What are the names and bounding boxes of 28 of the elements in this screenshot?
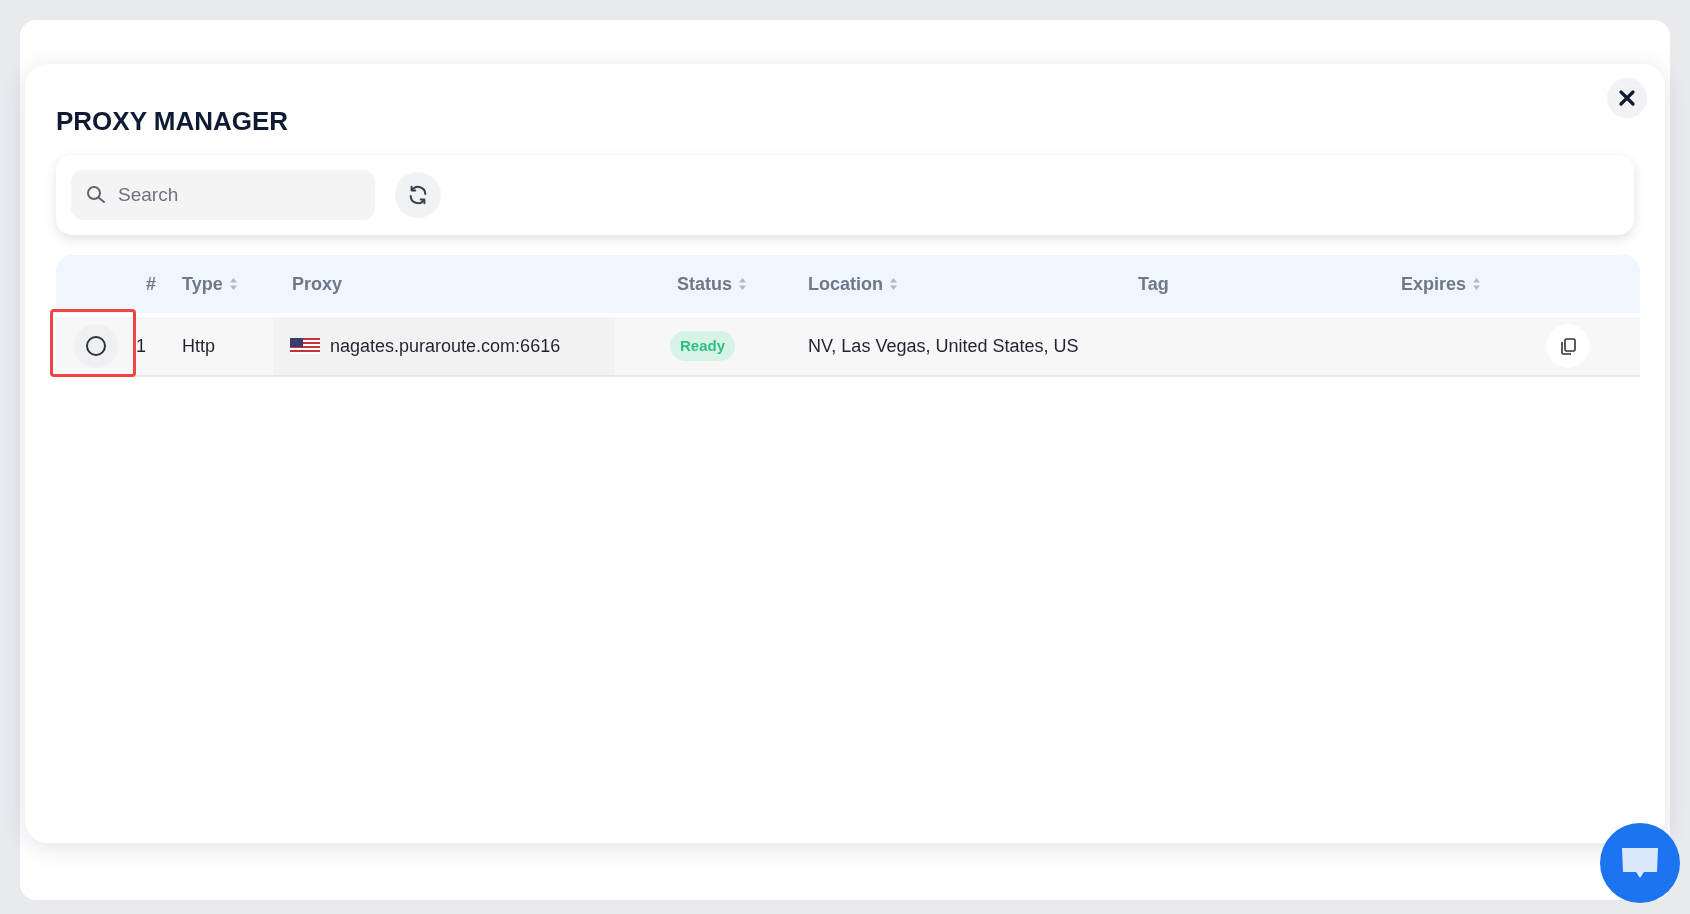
- refresh-button[interactable]: [395, 172, 441, 218]
- column-header[interactable]: Location: [808, 270, 898, 298]
- copy-button[interactable]: [1546, 324, 1590, 368]
- sort-icon: [889, 277, 898, 291]
- search-icon: [86, 185, 106, 205]
- column-header[interactable]: Expires: [1401, 270, 1482, 298]
- search-field[interactable]: Search: [71, 170, 375, 220]
- column-header[interactable]: Status: [677, 270, 747, 298]
- refresh-icon: [407, 184, 429, 206]
- dialog-title: PROXY MANAGER: [56, 104, 289, 138]
- flag-icon: [290, 338, 320, 354]
- close-button[interactable]: [1607, 78, 1647, 118]
- column-header: #: [146, 272, 156, 296]
- sort-icon: [1472, 277, 1482, 291]
- row-number: 1: [136, 334, 146, 358]
- table-row[interactable]: 1 Http nagates.puraroute.com:6616 Ready NV, Las Vegas, United States, US: [56, 317, 1640, 377]
- proxy-address: nagates.puraroute.com:6616: [330, 334, 561, 358]
- sort-icon: [228, 277, 238, 291]
- location-text: NV, Las Vegas, United States, US: [808, 334, 1079, 358]
- column-header[interactable]: Type: [182, 270, 238, 298]
- column-header: Proxy: [292, 272, 343, 296]
- proxy-type: Http: [182, 334, 215, 358]
- radio-button[interactable]: [74, 324, 118, 368]
- copy-icon: [1559, 337, 1577, 355]
- close-icon: [1618, 89, 1636, 107]
- column-header: Tag: [1138, 272, 1169, 296]
- status-badge: Ready: [670, 330, 736, 362]
- sort-icon: [738, 277, 747, 291]
